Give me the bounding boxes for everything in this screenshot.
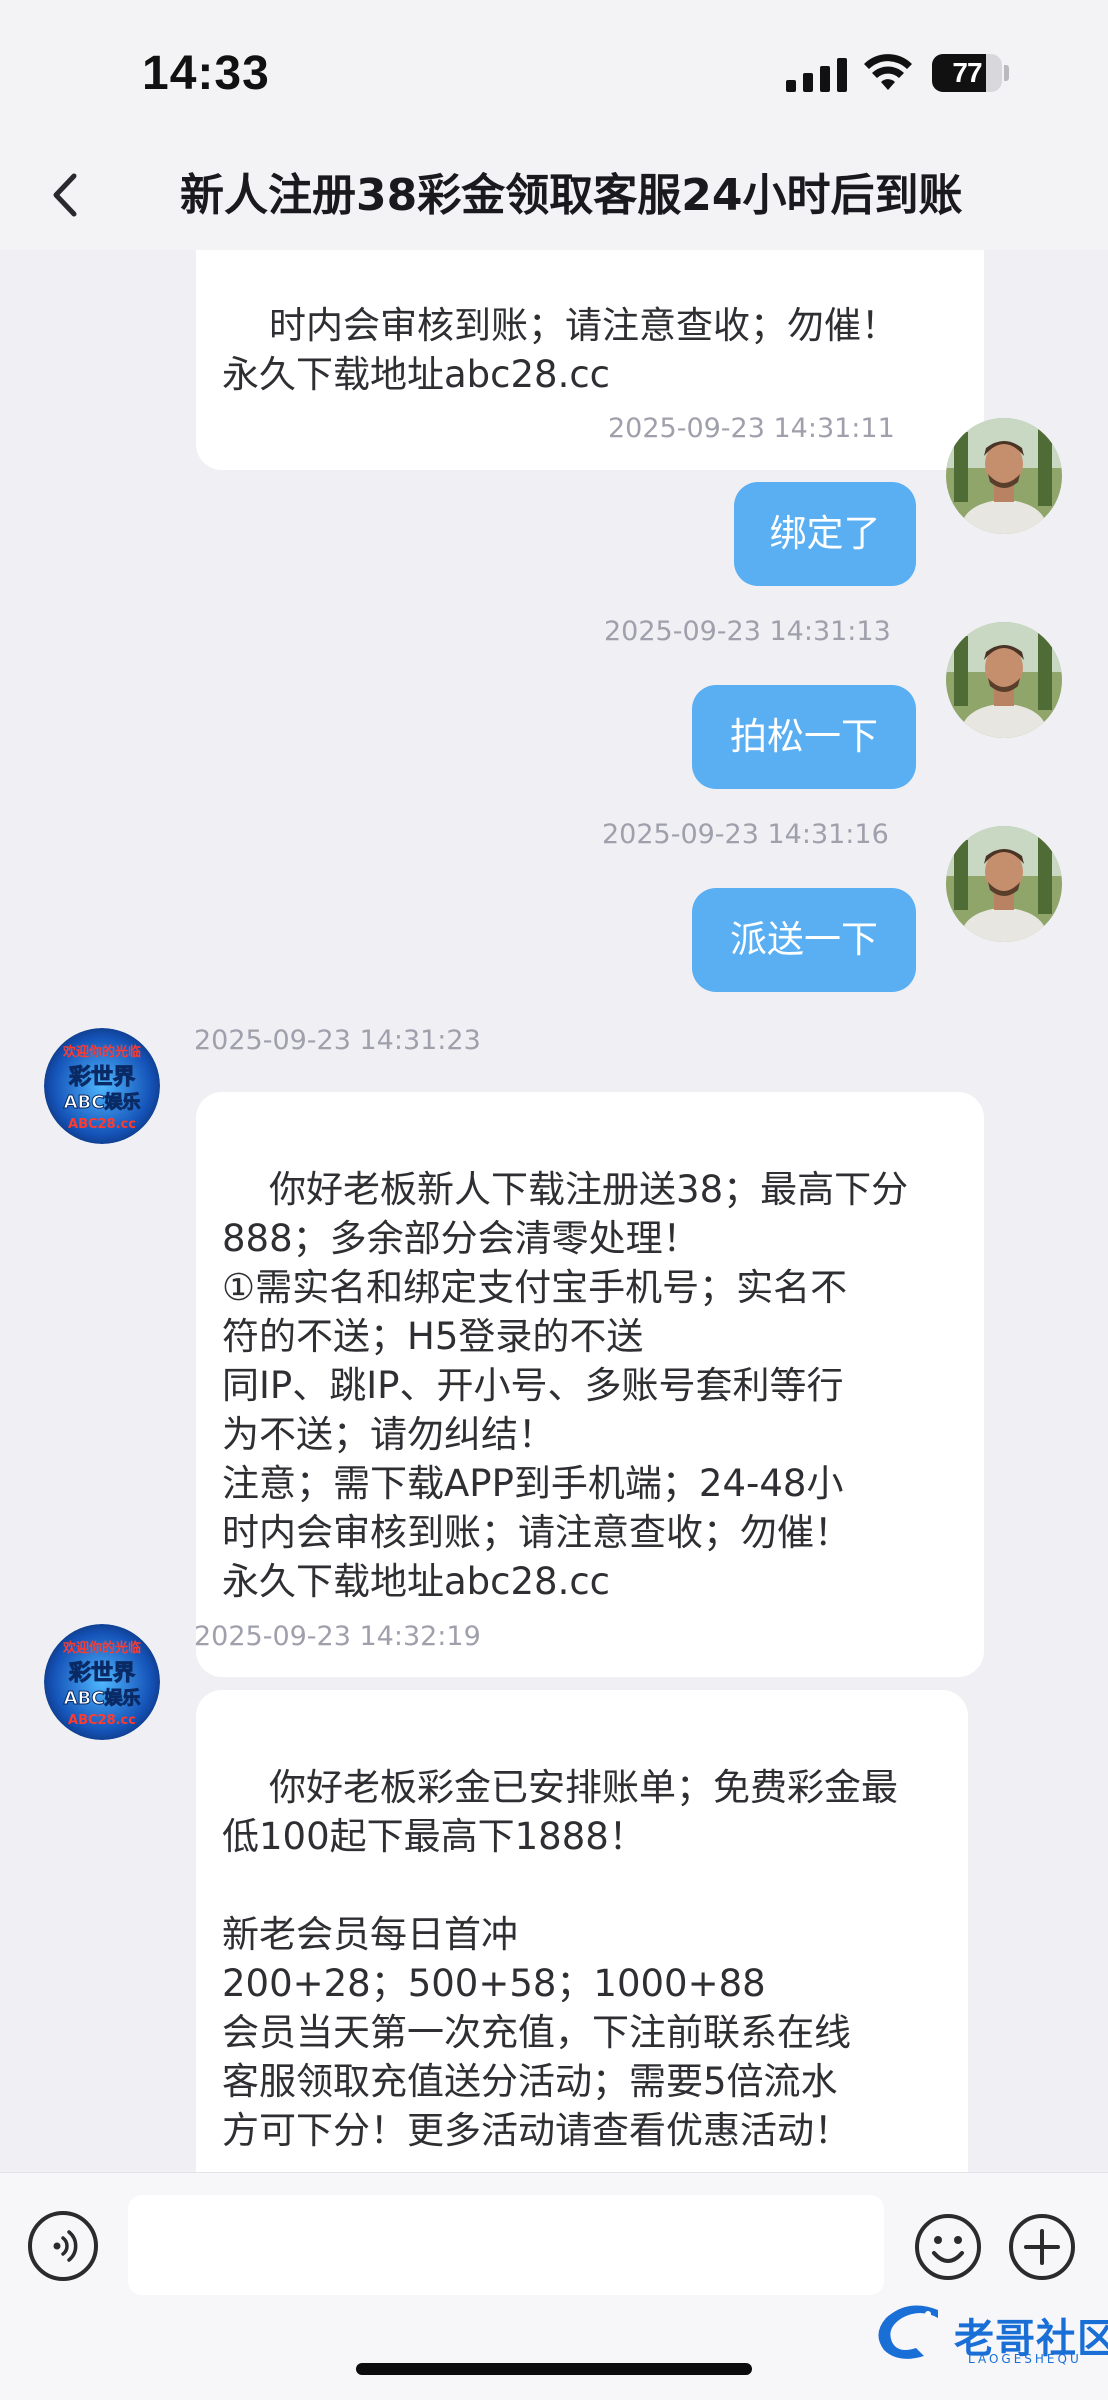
cellular-signal-icon bbox=[786, 58, 847, 92]
message-bubble-outgoing[interactable]: 派送一下 bbox=[692, 888, 916, 992]
message-text: 绑定了 bbox=[769, 512, 881, 555]
message-timestamp: 2025-09-23 14:32:19 bbox=[194, 1621, 481, 1652]
wifi-icon bbox=[864, 54, 912, 90]
user-photo-icon bbox=[946, 826, 1062, 942]
agent-logo-icon: 欢迎你的光临 彩世界 ABC娱乐 ABC28.cc bbox=[44, 1624, 160, 1740]
plus-icon bbox=[1009, 2214, 1075, 2280]
agent-logo-top: 欢迎你的光临 bbox=[62, 1044, 141, 1060]
emoji-icon bbox=[915, 2214, 981, 2280]
agent-avatar[interactable]: 欢迎你的光临 彩世界 ABC娱乐 ABC28.cc bbox=[44, 1624, 160, 1740]
watermark: 老哥社区 LAOGESHEQU bbox=[868, 2298, 1108, 2370]
message-timestamp: 2025-09-23 14:31:23 bbox=[194, 1025, 481, 1056]
agent-logo-line1: 彩世界 bbox=[68, 1065, 135, 1090]
message-text: 你好老板彩金已安排账单；免费彩金最 低100起下最高下1888！ 新老会员每日首… bbox=[222, 1766, 899, 2152]
message-timestamp: 2025-09-23 14:31:13 bbox=[604, 616, 891, 647]
chevron-left-icon bbox=[53, 173, 77, 217]
message-bubble-outgoing[interactable]: 拍松一下 bbox=[692, 685, 916, 789]
message-list[interactable]: 时内会审核到账；请注意查收；勿催！ 永久下载地址abc28.cc 2025-09… bbox=[0, 250, 1108, 2172]
more-button[interactable] bbox=[1006, 2211, 1078, 2283]
user-avatar[interactable] bbox=[946, 418, 1062, 534]
user-photo-icon bbox=[946, 622, 1062, 738]
status-time: 14:33 bbox=[142, 47, 270, 100]
agent-avatar[interactable]: 欢迎你的光临 彩世界 ABC娱乐 ABC28.cc bbox=[44, 1028, 160, 1144]
agent-logo-top: 欢迎你的光临 bbox=[62, 1640, 141, 1656]
chat-header: 新人注册38彩金领取客服24小时后到账 bbox=[0, 140, 1108, 250]
home-indicator bbox=[356, 2363, 752, 2375]
dragon-logo-icon bbox=[878, 2305, 938, 2359]
battery-tip bbox=[1004, 65, 1009, 81]
message-text: 派送一下 bbox=[730, 918, 878, 961]
watermark-subtext: LAOGESHEQU bbox=[968, 2352, 1082, 2366]
emoji-button[interactable] bbox=[912, 2211, 984, 2283]
voice-input-icon bbox=[53, 2230, 78, 2262]
agent-logo-icon: 欢迎你的光临 彩世界 ABC娱乐 ABC28.cc bbox=[44, 1028, 160, 1144]
message-bubble-outgoing[interactable]: 绑定了 bbox=[734, 482, 916, 586]
message-timestamp: 2025-09-23 14:31:16 bbox=[602, 819, 889, 850]
user-avatar[interactable] bbox=[946, 826, 1062, 942]
user-photo-icon bbox=[946, 418, 1062, 534]
chat-title: 新人注册38彩金领取客服24小时后到账 bbox=[180, 170, 963, 221]
user-avatar[interactable] bbox=[946, 622, 1062, 738]
voice-button[interactable] bbox=[28, 2211, 98, 2281]
back-button[interactable] bbox=[40, 168, 90, 222]
message-text: 时内会审核到账；请注意查收；勿催！ 永久下载地址abc28.cc bbox=[222, 304, 899, 396]
message-input[interactable] bbox=[128, 2195, 884, 2295]
message-bubble-incoming[interactable]: 你好老板彩金已安排账单；免费彩金最 低100起下最高下1888！ 新老会员每日首… bbox=[196, 1690, 968, 2172]
agent-logo-bottom: ABC28.cc bbox=[68, 1713, 136, 1728]
message-timestamp: 2025-09-23 14:31:11 bbox=[608, 413, 895, 444]
agent-logo-bottom: ABC28.cc bbox=[68, 1117, 136, 1132]
status-bar: 14:33 77 bbox=[0, 0, 1108, 140]
message-text: 拍松一下 bbox=[730, 715, 878, 758]
agent-logo-line2: ABC娱乐 bbox=[64, 1687, 141, 1709]
message-bubble-incoming[interactable]: 你好老板新人下载注册送38；最高下分 888；多余部分会清零处理！ ①需实名和绑… bbox=[196, 1092, 984, 1677]
battery-level: 77 bbox=[952, 57, 982, 88]
message-text: 你好老板新人下载注册送38；最高下分 888；多余部分会清零处理！ ①需实名和绑… bbox=[222, 1168, 909, 1603]
agent-logo-line1: 彩世界 bbox=[68, 1661, 135, 1686]
agent-logo-line2: ABC娱乐 bbox=[64, 1091, 141, 1113]
battery-indicator: 77 bbox=[932, 54, 1002, 92]
